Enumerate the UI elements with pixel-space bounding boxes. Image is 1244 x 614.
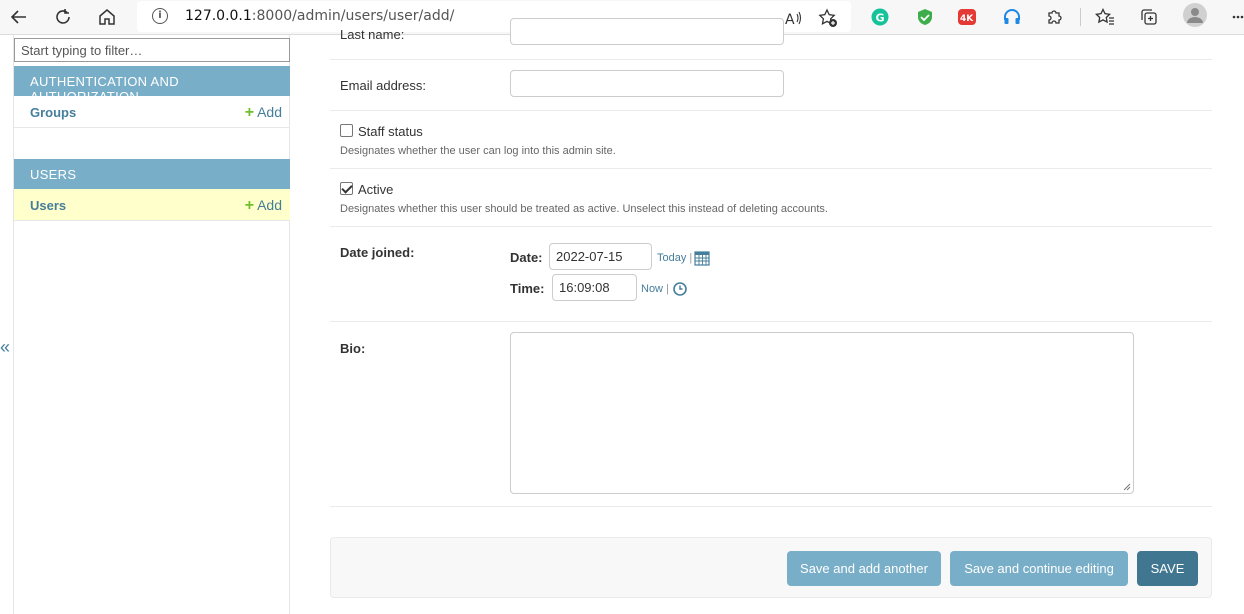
calendar-icon[interactable] (694, 250, 710, 269)
users-link[interactable]: Users (30, 198, 66, 213)
clock-icon[interactable] (673, 282, 687, 299)
staff-status-label[interactable]: Staff status (358, 124, 423, 139)
admin-sidebar: AUTHENTICATION AND AUTHORIZATION Groups … (13, 35, 290, 614)
groups-link[interactable]: Groups (30, 105, 76, 120)
form-row-bio: Bio: (330, 322, 1212, 507)
time-input[interactable]: 16:09:08 (552, 274, 637, 301)
form-row-last-name: Last name: (330, 18, 1212, 60)
module-header-auth[interactable]: AUTHENTICATION AND AUTHORIZATION (14, 66, 290, 104)
email-input[interactable] (510, 70, 784, 97)
module-header-users[interactable]: USERS (14, 159, 290, 189)
form-row-active: Active Designates whether this user shou… (330, 169, 1212, 227)
date-joined-label: Date joined: (340, 245, 415, 260)
add-icon: + (244, 104, 255, 121)
svg-text:G: G (876, 12, 885, 25)
date-input[interactable]: 2022-07-15 (549, 243, 652, 270)
toggle-nav-sidebar-button[interactable]: « (0, 337, 10, 358)
shortcut-separator: | (689, 252, 693, 264)
active-checkbox[interactable] (340, 182, 353, 195)
email-label: Email address: (340, 78, 426, 93)
sidebar-item-users[interactable]: Users + Add (14, 189, 290, 221)
resize-handle-icon[interactable] (1123, 483, 1131, 491)
sidebar-item-groups[interactable]: Groups + Add (14, 96, 290, 128)
save-and-continue-button[interactable]: Save and continue editing (950, 551, 1128, 586)
form-row-date-joined: Date joined: Date: 2022-07-15 Today | Ti… (330, 227, 1212, 322)
home-icon[interactable] (93, 4, 121, 30)
add-user-label: Add (257, 197, 282, 213)
url-host: 127.0.0.1 (185, 8, 252, 24)
add-group-label: Add (257, 104, 282, 120)
url-path: :8000/admin/users/user/add/ (251, 8, 455, 24)
svg-text:4K: 4K (960, 14, 974, 24)
refresh-icon[interactable] (49, 4, 77, 30)
last-name-label: Last name: (340, 27, 405, 42)
form-row-staff-status: Staff status Designates whether the user… (330, 111, 1212, 169)
nav-filter-input[interactable] (14, 38, 290, 62)
staff-status-help: Designates whether the user can log into… (340, 145, 616, 157)
time-shortcuts: Now | (641, 283, 669, 295)
time-label: Time: (510, 281, 545, 296)
save-and-add-another-button[interactable]: Save and add another (787, 551, 941, 586)
active-help: Designates whether this user should be t… (340, 203, 828, 215)
add-user-link[interactable]: + Add (245, 197, 282, 215)
form-row-email: Email address: (330, 60, 1212, 111)
more-icon[interactable] (1232, 7, 1244, 27)
active-label[interactable]: Active (358, 182, 393, 197)
date-shortcuts: Today | (657, 252, 692, 264)
now-link[interactable]: Now (641, 283, 663, 295)
last-name-input[interactable] (510, 18, 784, 45)
add-icon: + (244, 197, 255, 214)
bio-textarea[interactable] (510, 332, 1134, 494)
save-button[interactable]: SAVE (1137, 551, 1198, 586)
url-text[interactable]: 127.0.0.1:8000/admin/users/user/add/ (185, 8, 454, 24)
bio-label: Bio: (340, 341, 366, 356)
add-group-link[interactable]: + Add (245, 104, 282, 122)
date-label: Date: (510, 250, 543, 265)
shortcut-separator: | (666, 283, 669, 295)
submit-row: Save and add another Save and continue e… (330, 537, 1212, 598)
back-icon[interactable] (5, 4, 33, 30)
staff-status-checkbox[interactable] (340, 124, 353, 137)
info-icon[interactable]: i (152, 8, 168, 24)
today-link[interactable]: Today (657, 252, 686, 264)
